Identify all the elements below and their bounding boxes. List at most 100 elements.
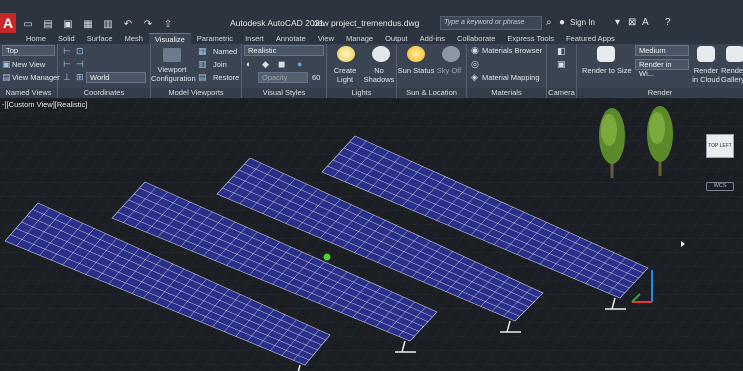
view-dropdown[interactable]: Top bbox=[2, 45, 55, 56]
tab-collaborate[interactable]: Collaborate bbox=[451, 33, 501, 44]
tab-featured-apps[interactable]: Featured Apps bbox=[560, 33, 621, 44]
search-input[interactable]: Type a keyword or phrase bbox=[440, 16, 542, 30]
edge-icon[interactable]: ◆ bbox=[262, 59, 269, 70]
viewcube[interactable]: TOP LEFT bbox=[706, 134, 734, 158]
search-icon[interactable]: ⌕ bbox=[546, 17, 552, 28]
opacity-value: 60 bbox=[312, 73, 321, 82]
named-viewports-button[interactable]: Named bbox=[213, 47, 237, 56]
tab-output[interactable]: Output bbox=[379, 33, 414, 44]
no-shadows-button[interactable]: No Shadows bbox=[361, 66, 397, 84]
tab-insert[interactable]: Insert bbox=[239, 33, 270, 44]
viewport-configuration-button[interactable]: Viewport Configuration bbox=[151, 65, 196, 83]
tab-solid[interactable]: Solid bbox=[52, 33, 81, 44]
sun-location-panel: Sun Status Sky Off Sun & Location bbox=[397, 44, 467, 98]
named-viewports-icon: ▦ bbox=[198, 46, 207, 56]
render-teapot-icon[interactable] bbox=[597, 46, 615, 62]
view-manager-button[interactable]: View Manager bbox=[12, 73, 60, 82]
tab-visualize[interactable]: Visualize bbox=[148, 33, 191, 44]
materials-title[interactable]: Materials bbox=[467, 88, 546, 98]
sky-off-icon[interactable] bbox=[442, 46, 460, 62]
autodesk-a360-icon[interactable]: A bbox=[642, 17, 649, 28]
help-icon[interactable]: ? bbox=[665, 17, 671, 28]
sun-location-title[interactable]: Sun & Location bbox=[397, 88, 466, 98]
materials-attach-icon[interactable]: ◎ bbox=[471, 59, 479, 70]
render-to-size-button[interactable]: Render to Size bbox=[582, 66, 632, 75]
camera-view-icon[interactable]: ▣ bbox=[557, 59, 566, 70]
ucs-y-icon[interactable]: ⊣ bbox=[76, 59, 84, 70]
opacity-field[interactable]: Opacity bbox=[258, 72, 308, 83]
render-in-cloud-button[interactable]: Render in Cloud bbox=[691, 66, 721, 84]
lights-panel: Create Light No Shadows Lights bbox=[327, 44, 397, 98]
undo-icon[interactable]: ↶ bbox=[120, 18, 136, 30]
tab-annotate[interactable]: Annotate bbox=[270, 33, 312, 44]
create-light-button[interactable]: Create Light bbox=[327, 66, 363, 84]
ucs-view-icon[interactable]: ⊞ bbox=[76, 72, 84, 83]
tab-home[interactable]: Home bbox=[20, 33, 52, 44]
sign-in-button[interactable]: Sign In bbox=[570, 18, 595, 27]
render-gallery-button[interactable]: Render Gallery bbox=[721, 66, 743, 84]
create-light-icon[interactable] bbox=[337, 46, 355, 62]
ucs-z-icon[interactable]: ⊥ bbox=[63, 72, 71, 83]
named-views-title[interactable]: Named Views bbox=[0, 88, 57, 98]
tab-parametric[interactable]: Parametric bbox=[191, 33, 239, 44]
viewport-label[interactable]: -][Custom View][Realistic] bbox=[2, 100, 87, 109]
coordinates-title[interactable]: Coordinates bbox=[58, 88, 150, 98]
plot-icon[interactable]: ▥ bbox=[100, 18, 116, 30]
shade-icon[interactable]: ◐ bbox=[246, 59, 251, 69]
ucs-origin-icon[interactable]: ⊡ bbox=[76, 46, 84, 57]
render-in-window-dropdown[interactable]: Render in Wi... bbox=[635, 59, 689, 78]
dropdown-icon[interactable]: ▾ bbox=[615, 17, 620, 28]
no-shadows-icon[interactable] bbox=[372, 46, 390, 62]
wcs-menu[interactable]: WCS bbox=[706, 182, 734, 191]
camera-icon[interactable]: ◧ bbox=[557, 46, 566, 57]
user-icon[interactable]: ● bbox=[559, 17, 565, 28]
render-title[interactable]: Render bbox=[577, 88, 743, 98]
app-name: Autodesk AutoCAD 2021 bbox=[230, 18, 325, 28]
sun-status-icon[interactable] bbox=[407, 46, 425, 62]
ucs-x-icon[interactable]: ⊢ bbox=[63, 59, 71, 70]
render-cloud-icon[interactable] bbox=[697, 46, 715, 62]
lights-title[interactable]: Lights bbox=[327, 88, 396, 98]
tab-mesh[interactable]: Mesh bbox=[119, 33, 149, 44]
render-quality-dropdown[interactable]: Medium bbox=[635, 45, 689, 56]
open-file-icon[interactable]: ▤ bbox=[40, 18, 56, 30]
restore-viewports-button[interactable]: Restore bbox=[213, 73, 239, 82]
restore-viewports-icon: ▤ bbox=[198, 72, 207, 82]
sun-status-button[interactable]: Sun Status bbox=[397, 66, 435, 75]
model-viewports-title[interactable]: Model Viewports bbox=[151, 88, 241, 98]
viewport-configuration-icon[interactable] bbox=[163, 48, 181, 62]
visual-styles-title[interactable]: Visual Styles bbox=[242, 88, 326, 98]
share-icon[interactable]: ⇧ bbox=[160, 18, 176, 30]
drawing-viewport[interactable]: -][Custom View][Realistic] TOP LEFT WCS bbox=[0, 98, 743, 371]
camera-title[interactable]: Camera bbox=[547, 88, 576, 98]
materials-browser-button[interactable]: Materials Browser bbox=[482, 46, 542, 55]
redo-icon[interactable]: ↷ bbox=[140, 18, 156, 30]
save-icon[interactable]: ▣ bbox=[60, 18, 76, 30]
new-view-icon: ▣ bbox=[2, 59, 11, 69]
lighting-icon[interactable]: ● bbox=[297, 59, 302, 69]
tab-view[interactable]: View bbox=[312, 33, 340, 44]
facet-icon[interactable]: ◼ bbox=[278, 59, 285, 70]
material-mapping-button[interactable]: Material Mapping bbox=[482, 73, 540, 82]
save-as-icon[interactable]: ▦ bbox=[80, 18, 96, 30]
autodesk-store-icon[interactable]: ⊠ bbox=[628, 17, 636, 28]
material-mapping-icon: ◈ bbox=[471, 72, 478, 82]
render-gallery-icon[interactable] bbox=[726, 46, 743, 62]
camera-panel: ◧ ▣ Camera bbox=[547, 44, 577, 98]
tab-manage[interactable]: Manage bbox=[340, 33, 379, 44]
sky-off-button[interactable]: Sky Off bbox=[431, 66, 467, 75]
tab-add-ins[interactable]: Add-ins bbox=[414, 33, 451, 44]
visual-styles-panel: Realistic ◐ ◆ ◼ ● Opacity 60 Visual Styl… bbox=[242, 44, 327, 98]
ucs-icon[interactable]: ⊢ bbox=[63, 46, 71, 57]
title-bar: A ▭ ▤ ▣ ▦ ▥ ↶ ↷ ⇧ Autodesk AutoCAD 2021 … bbox=[0, 0, 743, 33]
light-glyph bbox=[323, 253, 331, 261]
join-viewports-button[interactable]: Join bbox=[213, 60, 227, 69]
new-view-button[interactable]: New View bbox=[12, 60, 45, 69]
visual-style-dropdown[interactable]: Realistic bbox=[244, 45, 324, 56]
autocad-logo[interactable]: A bbox=[0, 13, 16, 33]
file-name: new project_tremendus.dwg bbox=[313, 18, 420, 28]
new-file-icon[interactable]: ▭ bbox=[20, 18, 36, 30]
ucs-dropdown[interactable]: World bbox=[86, 72, 146, 83]
tab-surface[interactable]: Surface bbox=[81, 33, 119, 44]
tab-express-tools[interactable]: Express Tools bbox=[501, 33, 560, 44]
